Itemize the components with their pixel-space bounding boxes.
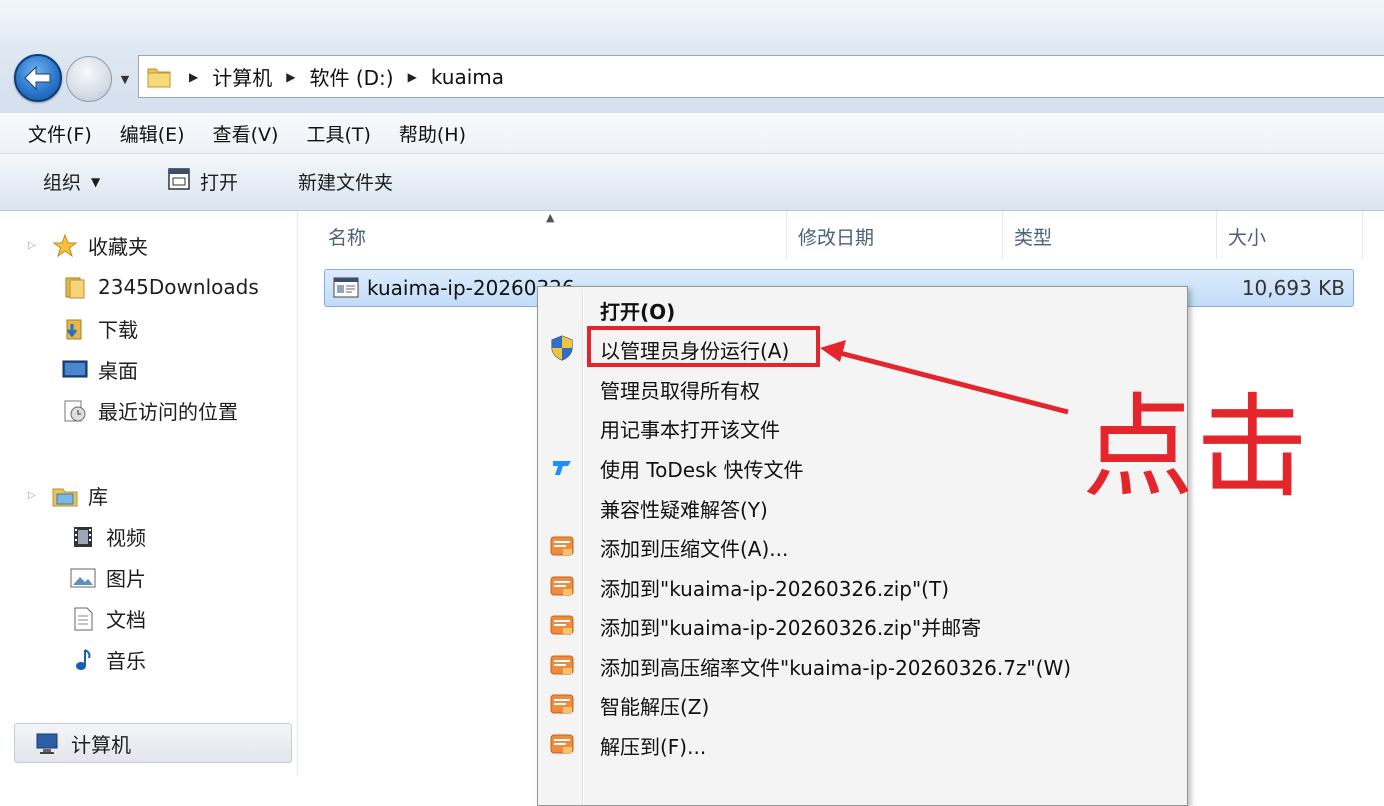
annotation-click-label: 点击 — [1082, 383, 1310, 513]
